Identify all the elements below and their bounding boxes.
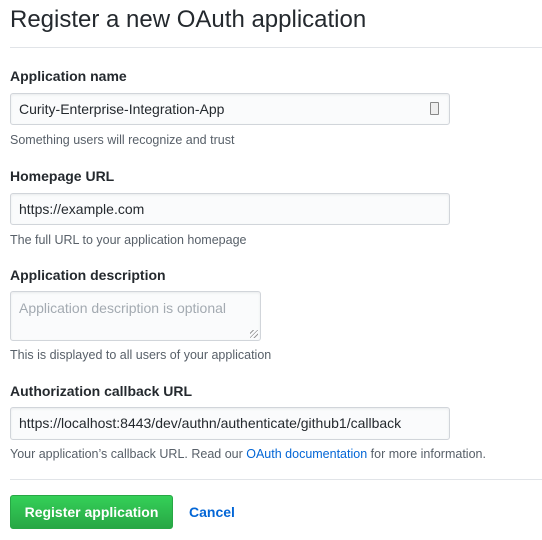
callback-url-input[interactable]: https://localhost:8443/dev/authn/authent… bbox=[10, 407, 450, 440]
callback-help-text-end: for more information. bbox=[367, 447, 486, 461]
application-name-help: Something users will recognize and trust bbox=[10, 133, 235, 147]
homepage-url-input[interactable]: https://example.com bbox=[10, 193, 450, 225]
page-title: Register a new OAuth application bbox=[10, 6, 367, 33]
application-description-placeholder: Application description is optional bbox=[19, 300, 227, 316]
callback-help-text: Your application’s callback URL. Read ou… bbox=[10, 447, 247, 461]
application-description-help: This is displayed to all users of your a… bbox=[10, 348, 272, 362]
divider bbox=[10, 47, 542, 48]
homepage-url-label: Homepage URL bbox=[10, 168, 115, 184]
resize-handle-icon[interactable] bbox=[250, 330, 258, 338]
cancel-link[interactable]: Cancel bbox=[189, 504, 235, 520]
divider bbox=[10, 479, 542, 480]
callback-url-label: Authorization callback URL bbox=[10, 383, 193, 399]
register-application-button[interactable]: Register application bbox=[10, 495, 173, 529]
callback-url-help: Your application’s callback URL. Read ou… bbox=[10, 447, 486, 461]
contact-card-icon[interactable] bbox=[430, 102, 439, 115]
application-name-label: Application name bbox=[10, 68, 127, 84]
application-description-textarea[interactable]: Application description is optional bbox=[10, 291, 261, 341]
application-name-value: Curity-Enterprise-Integration-App bbox=[19, 101, 225, 117]
application-name-input[interactable]: Curity-Enterprise-Integration-App bbox=[10, 93, 450, 125]
application-description-label: Application description bbox=[10, 267, 166, 283]
oauth-documentation-link[interactable]: OAuth documentation bbox=[246, 447, 367, 461]
homepage-url-help: The full URL to your application homepag… bbox=[10, 233, 247, 247]
